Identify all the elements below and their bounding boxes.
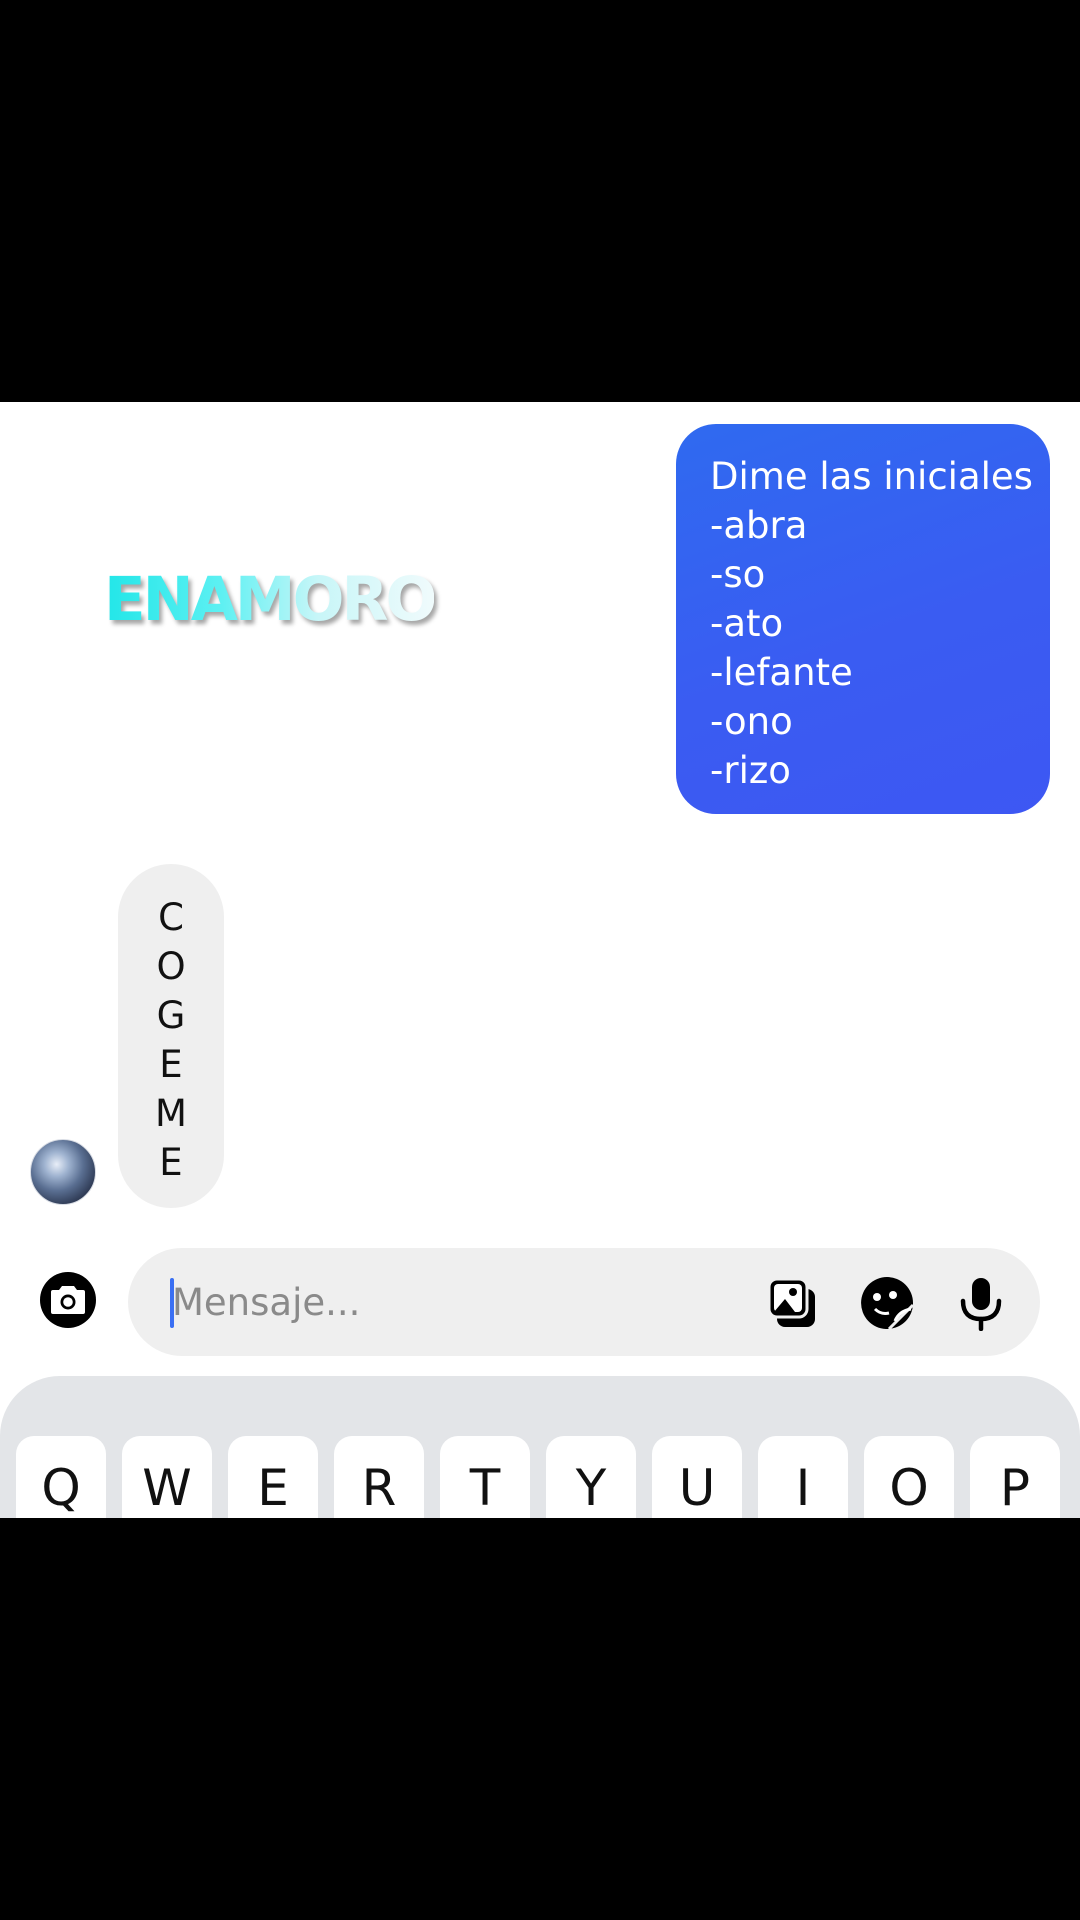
key-label: E: [257, 1459, 289, 1517]
letterbox-bottom: [0, 1518, 1080, 1920]
key-label: R: [361, 1459, 397, 1517]
sticker-text[interactable]: ENAMORO: [104, 560, 437, 640]
key-w[interactable]: W: [122, 1436, 212, 1518]
key-r[interactable]: R: [334, 1436, 424, 1518]
key-y[interactable]: Y: [546, 1436, 636, 1518]
received-message-letter: O: [156, 945, 186, 988]
message-composer[interactable]: [128, 1248, 1040, 1356]
avatar[interactable]: [30, 1139, 96, 1205]
key-label: Q: [41, 1459, 81, 1517]
letterbox-top: [0, 0, 1080, 402]
sticker-button[interactable]: [858, 1274, 916, 1332]
received-message-bubble[interactable]: C O G E M E: [118, 864, 224, 1208]
key-e[interactable]: E: [228, 1436, 318, 1518]
sent-message-line: -so: [710, 553, 766, 596]
sent-message-line: -lefante: [710, 651, 853, 694]
key-label: I: [795, 1459, 811, 1517]
key-label: P: [999, 1459, 1031, 1517]
gallery-button[interactable]: [764, 1274, 822, 1332]
key-label: O: [889, 1459, 929, 1517]
camera-button[interactable]: [40, 1272, 96, 1328]
key-q[interactable]: Q: [16, 1436, 106, 1518]
received-message-letter: M: [155, 1092, 187, 1135]
sent-message-line: -rizo: [710, 749, 791, 792]
key-t[interactable]: T: [440, 1436, 530, 1518]
sent-message-line: -ato: [710, 602, 784, 645]
key-label: Y: [575, 1459, 607, 1517]
key-label: T: [469, 1459, 501, 1517]
sent-message-line: -ono: [710, 700, 793, 743]
received-message-letter: E: [159, 1043, 183, 1086]
chat-screen: Dime las iniciales -abra -so -ato -lefan…: [0, 402, 1080, 1518]
received-message-letter: G: [156, 994, 186, 1037]
microphone-button[interactable]: [952, 1274, 1010, 1332]
key-u[interactable]: U: [652, 1436, 742, 1518]
microphone-icon: [960, 1278, 1002, 1331]
sent-message-line: Dime las iniciales: [710, 455, 1033, 498]
keyboard: Q W E R T Y U I O P: [0, 1376, 1080, 1518]
sticker-icon: [861, 1277, 915, 1331]
key-o[interactable]: O: [864, 1436, 954, 1518]
message-input[interactable]: [172, 1268, 732, 1336]
key-p[interactable]: P: [970, 1436, 1060, 1518]
received-message-letter: E: [159, 1141, 183, 1184]
camera-icon: [51, 1286, 85, 1314]
gallery-icon: [767, 1277, 815, 1327]
key-label: U: [678, 1459, 716, 1517]
key-label: W: [142, 1459, 192, 1517]
received-message-letter: C: [158, 896, 184, 939]
sent-message-line: -abra: [710, 504, 808, 547]
sent-message-bubble[interactable]: Dime las iniciales -abra -so -ato -lefan…: [676, 424, 1050, 814]
key-i[interactable]: I: [758, 1436, 848, 1518]
